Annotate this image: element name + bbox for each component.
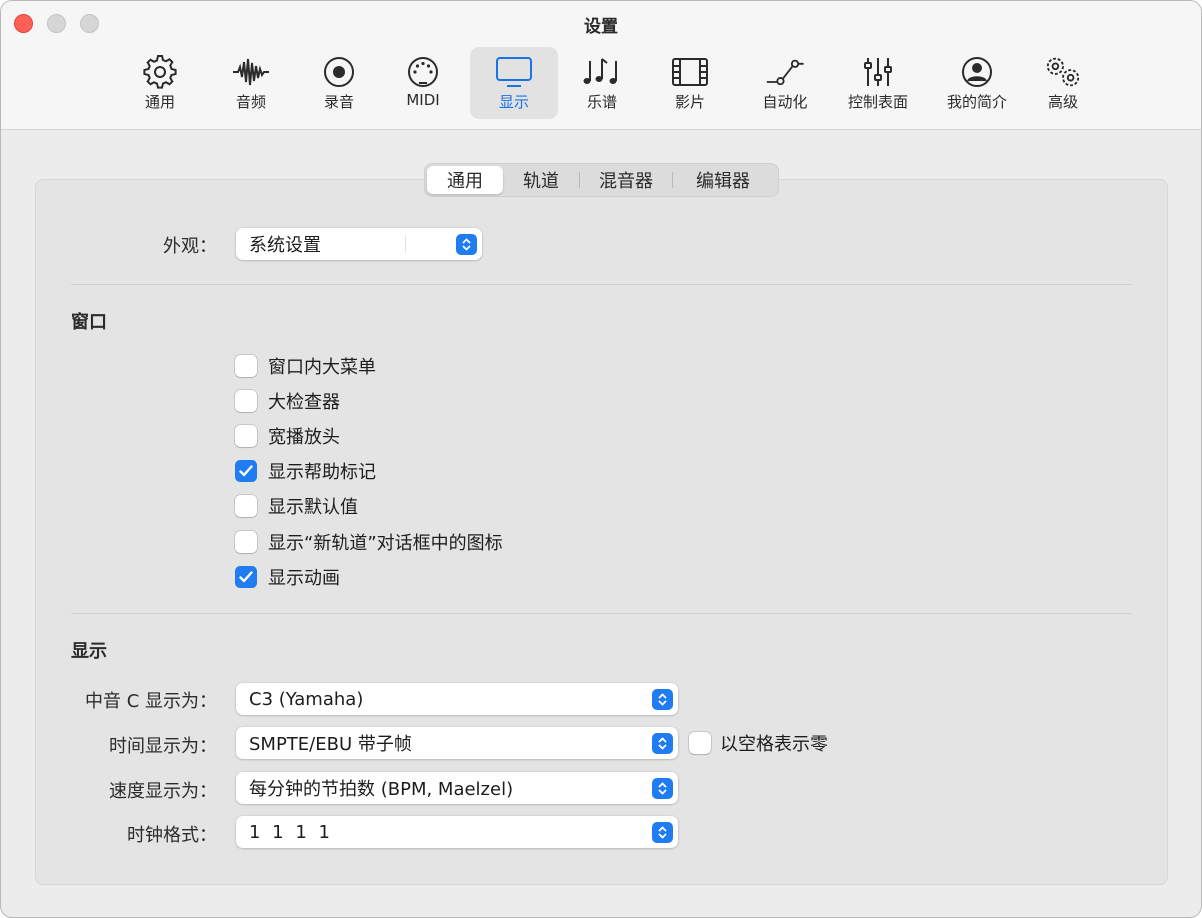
option-wide-playhead[interactable]: 宽播放头 [235,423,340,449]
toolbar-item-control-surfaces[interactable]: 控制表面 [839,47,917,119]
titlebar: 设置 通用 音频 录音 MIDI 显示 乐谱 影片 自动化 控制表面 我的简介 … [1,1,1201,130]
option-show-default-values[interactable]: 显示默认值 [235,493,358,519]
clock-format-popup[interactable]: 1 1 1 1 [236,816,678,848]
chevron-updown-icon [652,778,673,799]
clock-format-label: 时钟格式： [127,825,217,846]
option-label: 以空格表示零 [720,734,828,755]
option-show-new-track-icons[interactable]: 显示“新轨道”对话框中的图标 [235,529,503,555]
toolbar-label: 影片 [674,93,705,111]
window-title: 设置 [584,17,618,37]
film-icon [670,54,710,90]
tab-bar: 通用 轨道 混音器 编辑器 [424,163,779,197]
checkbox[interactable] [235,531,257,553]
checkmark-icon [239,571,253,583]
middle-c-value: C3 (Yamaha) [249,688,364,710]
checkbox[interactable] [235,495,257,517]
toolbar-label: 高级 [1047,93,1078,111]
option-label: 宽播放头 [268,427,340,448]
chevron-updown-icon [652,822,673,843]
option-label: 窗口内大菜单 [268,357,376,378]
tab-editors[interactable]: 编辑器 [673,166,773,194]
checkbox[interactable] [235,425,257,447]
faders-icon [858,54,898,90]
toolbar-label: 录音 [323,93,354,111]
display-icon [494,54,534,90]
chevron-updown-icon [652,689,673,710]
time-display-popup[interactable]: SMPTE/EBU 带子帧 [236,727,678,759]
toolbar-label: 自动化 [762,93,808,111]
tab-tracks[interactable]: 轨道 [503,166,579,194]
toolbar-item-audio[interactable]: 音频 [216,47,286,119]
clock-format-value: 1 1 1 1 [249,821,330,843]
checkbox-checked[interactable] [235,460,257,482]
chevron-updown-icon [456,234,477,255]
appearance-label: 外观： [163,236,217,257]
toolbar-item-advanced[interactable]: 高级 [1028,47,1098,119]
option-label: 显示动画 [268,568,340,589]
toolbar-label: MIDI [406,91,440,109]
checkmark-icon [239,465,253,477]
middle-c-label: 中音 C 显示为： [84,691,217,712]
tempo-display-popup[interactable]: 每分钟的节拍数 (BPM, Maelzel) [236,772,678,804]
settings-window: 设置 通用 音频 录音 MIDI 显示 乐谱 影片 自动化 控制表面 我的简介 … [0,0,1202,918]
toolbar-label: 显示 [498,93,529,111]
option-show-animations[interactable]: 显示动画 [235,564,340,590]
toolbar-item-midi[interactable]: MIDI [388,47,458,119]
profile-icon [957,54,997,90]
chevron-updown-icon [652,733,673,754]
checkbox[interactable] [689,732,711,754]
popup-separator [405,236,406,252]
toolbar-item-score[interactable]: 乐谱 [567,47,637,119]
time-display-value: SMPTE/EBU 带子帧 [249,734,412,755]
option-zero-as-space[interactable]: 以空格表示零 [689,730,828,756]
toolbar-label: 我的简介 [946,93,1007,111]
middle-c-popup[interactable]: C3 (Yamaha) [236,683,678,715]
gears-icon [1043,54,1083,90]
time-display-label: 时间显示为： [109,736,217,757]
toolbar-item-general[interactable]: 通用 [125,47,195,119]
toolbar-item-automation[interactable]: 自动化 [749,47,821,119]
option-large-inspector[interactable]: 大检查器 [235,388,340,414]
divider [71,284,1131,285]
midi-port-icon [403,54,443,90]
checkbox-checked[interactable] [235,566,257,588]
option-label: 显示“新轨道”对话框中的图标 [268,533,503,554]
tab-general[interactable]: 通用 [427,166,503,194]
waveform-icon [231,54,271,90]
option-label: 大检查器 [268,392,340,413]
option-label: 显示帮助标记 [268,462,376,483]
section-title-windows: 窗口 [71,312,107,333]
toolbar-label: 控制表面 [847,93,908,111]
divider [71,613,1131,614]
tempo-display-value: 每分钟的节拍数 (BPM, Maelzel) [249,779,514,800]
appearance-popup[interactable]: 系统设置 [236,228,482,260]
option-show-help-tags[interactable]: 显示帮助标记 [235,458,376,484]
toolbar-label: 乐谱 [586,93,617,111]
tab-mixer[interactable]: 混音器 [580,166,672,194]
toolbar-item-display[interactable]: 显示 [470,47,558,119]
tempo-display-label: 速度显示为： [109,781,217,802]
toolbar-item-my-info[interactable]: 我的简介 [937,47,1017,119]
section-title-display: 显示 [71,641,107,662]
toolbar-label: 音频 [235,93,266,111]
checkbox[interactable] [235,390,257,412]
checkbox[interactable] [235,355,257,377]
toolbar-item-movie[interactable]: 影片 [655,47,725,119]
toolbar-label: 通用 [144,93,175,111]
toolbar-item-record[interactable]: 录音 [304,47,374,119]
appearance-value: 系统设置 [249,235,321,256]
option-label: 显示默认值 [268,497,358,518]
gear-icon [140,54,180,90]
record-icon [319,54,359,90]
music-notes-icon [582,54,622,90]
option-large-menus[interactable]: 窗口内大菜单 [235,353,376,379]
automation-curve-icon [765,54,805,90]
